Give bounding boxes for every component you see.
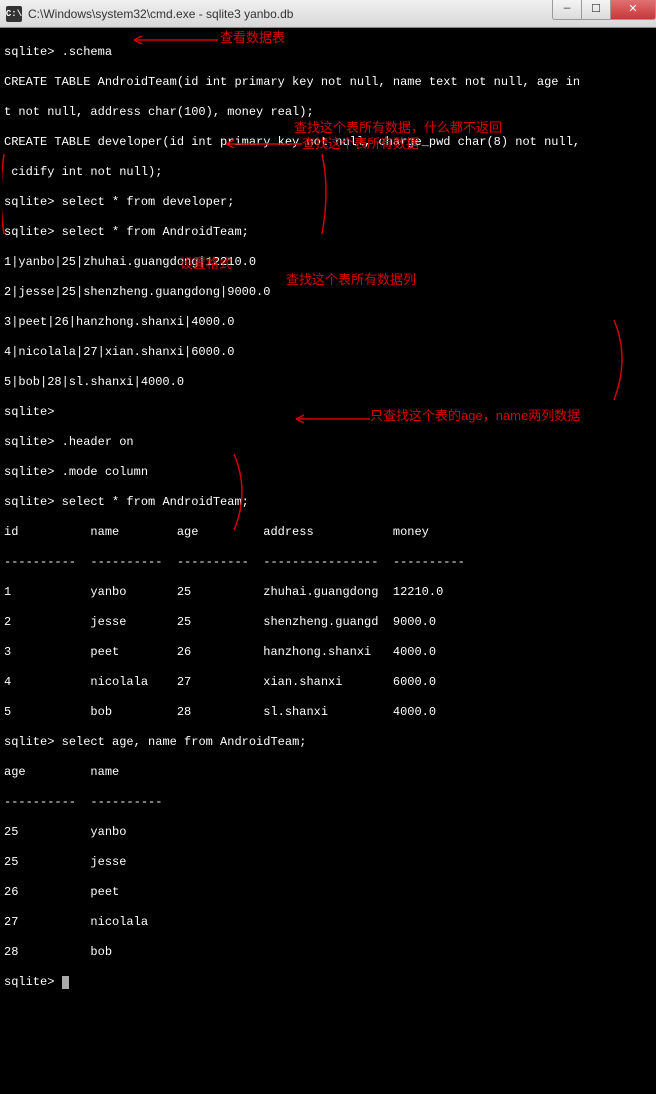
table-row: 25 jesse [4, 855, 652, 870]
prompt: sqlite> [4, 45, 54, 59]
table-row: 5 bob 28 sl.shanxi 4000.0 [4, 705, 652, 720]
col-sep-row: ---------- ---------- ---------- -------… [4, 555, 652, 570]
prompt: sqlite> [4, 735, 54, 749]
cmd-select-team2: select * from AndroidTeam; [62, 495, 249, 509]
minimize-button[interactable]: — [552, 0, 582, 20]
terminal-output[interactable]: sqlite> .schema CREATE TABLE AndroidTeam… [0, 28, 656, 1094]
table-row: 1 yanbo 25 zhuhai.guangdong 12210.0 [4, 585, 652, 600]
cmd-select-age-name: select age, name from AndroidTeam; [62, 735, 307, 749]
schema-line: CREATE TABLE developer(id int primary ke… [4, 135, 652, 150]
maximize-button[interactable]: ☐ [581, 0, 611, 20]
raw-row: 1|yanbo|25|zhuhai.guangdong|12210.0 [4, 255, 652, 270]
table-row: 25 yanbo [4, 825, 652, 840]
close-button[interactable]: ✕ [610, 0, 656, 20]
cmd-select-team: select * from AndroidTeam; [62, 225, 249, 239]
cmd-schema: .schema [62, 45, 112, 59]
annotation-schema: 查看数据表 [220, 30, 285, 45]
prompt: sqlite> [4, 495, 54, 509]
cursor [62, 976, 69, 989]
table-row: 26 peet [4, 885, 652, 900]
prompt: sqlite> [4, 465, 54, 479]
annotation-dev: 查找这个表所有数据，什么都不返回 [294, 120, 502, 135]
table-row: 27 nicolala [4, 915, 652, 930]
raw-row: 4|nicolala|27|xian.shanxi|6000.0 [4, 345, 652, 360]
prompt: sqlite> [4, 405, 54, 419]
schema-line: cidify int not null); [4, 165, 652, 180]
prompt: sqlite> [4, 975, 54, 989]
col-header-row: age name [4, 765, 652, 780]
cmd-header-on: .header on [62, 435, 134, 449]
window-title: C:\Windows\system32\cmd.exe - sqlite3 ya… [28, 7, 553, 21]
table-row: 2 jesse 25 shenzheng.guangd 9000.0 [4, 615, 652, 630]
prompt: sqlite> [4, 195, 54, 209]
cmd-select-dev: select * from developer; [62, 195, 235, 209]
window-titlebar: C:\ C:\Windows\system32\cmd.exe - sqlite… [0, 0, 656, 28]
cmd-mode-column: .mode column [62, 465, 148, 479]
bracket-icon [2, 318, 632, 404]
schema-line: t not null, address char(100), money rea… [4, 105, 652, 120]
col-sep-row: ---------- ---------- [4, 795, 652, 810]
cmd-icon: C:\ [6, 6, 22, 22]
table-row: 3 peet 26 hanzhong.shanxi 4000.0 [4, 645, 652, 660]
raw-row: 3|peet|26|hanzhong.shanxi|4000.0 [4, 315, 652, 330]
prompt: sqlite> [4, 225, 54, 239]
raw-row: 5|bob|28|sl.shanxi|4000.0 [4, 375, 652, 390]
col-header-row: id name age address money [4, 525, 652, 540]
prompt: sqlite> [4, 435, 54, 449]
table-row: 28 bob [4, 945, 652, 960]
table-row: 4 nicolala 27 xian.shanxi 6000.0 [4, 675, 652, 690]
schema-line: CREATE TABLE AndroidTeam(id int primary … [4, 75, 652, 90]
raw-row: 2|jesse|25|shenzheng.guangdong|9000.0 [4, 285, 652, 300]
